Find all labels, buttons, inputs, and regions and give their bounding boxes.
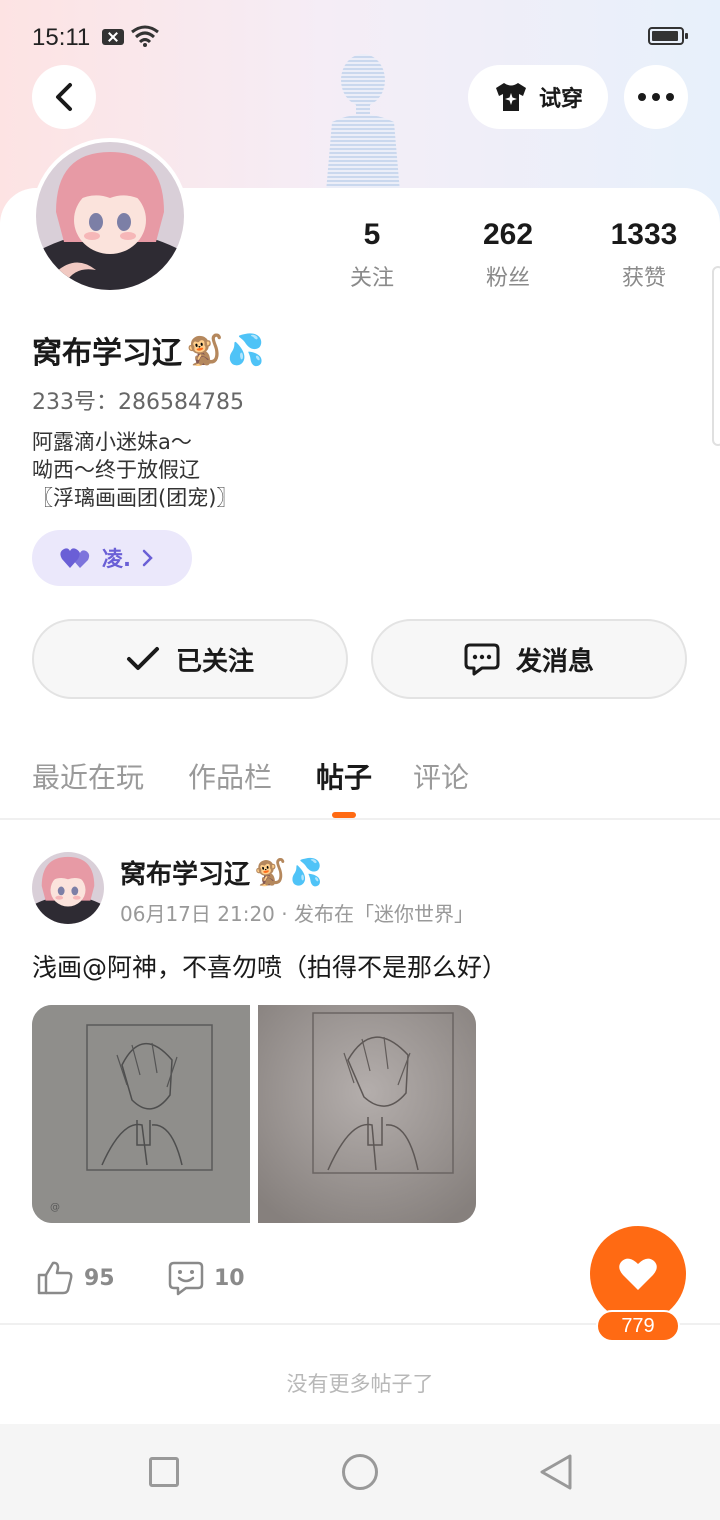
monkey-emoji-icon: 🐒 <box>186 332 224 368</box>
following-label: 已关注 <box>175 646 254 677</box>
more-options-button[interactable] <box>624 65 688 129</box>
stat-followers[interactable]: 262 粉丝 <box>448 218 568 292</box>
pencil-sketch-image: @ <box>32 1005 250 1223</box>
thumbs-up-icon <box>37 1261 73 1295</box>
chat-bubble-icon <box>464 643 500 676</box>
bio-line-3: 〖浮璃画画团(团宠)〗 <box>32 486 238 510</box>
no-more-posts-text: 没有更多帖子了 <box>286 1372 434 1396</box>
post-meta[interactable]: 06月17日 21:20 · 发布在「迷你世界」 <box>120 898 474 927</box>
floating-like-button[interactable] <box>590 1226 686 1322</box>
sweat-droplets-emoji-icon: 💦 <box>290 857 323 888</box>
anime-avatar-image <box>36 142 184 290</box>
more-dots-icon <box>638 93 674 101</box>
tab-works[interactable]: 作品栏 <box>188 756 272 796</box>
side-drawer-handle[interactable] <box>712 266 720 446</box>
status-bar: 15:11 <box>0 0 720 70</box>
comment-button[interactable]: 10 <box>168 1260 245 1296</box>
checkmark-icon <box>126 647 159 670</box>
tshirt-icon <box>495 83 526 111</box>
chevron-left-icon <box>56 83 72 111</box>
stat-following-value: 5 <box>363 218 381 251</box>
avatar-3d-figure <box>326 54 400 192</box>
tabs-divider <box>0 818 720 820</box>
following-button[interactable]: 已关注 <box>32 619 348 699</box>
bio-line-2: 呦西～终于放假辽 <box>32 458 200 482</box>
post-image-1[interactable]: @ <box>32 1005 250 1223</box>
profile-bio: 阿露滴小迷妹a～ 呦西～终于放假辽 〖浮璃画画团(团宠)〗 <box>32 428 237 512</box>
post-author[interactable]: 窝布学习辽 🐒 💦 <box>120 854 323 891</box>
battery-icon <box>648 27 688 45</box>
try-on-label: 试穿 <box>538 87 583 112</box>
comment-smiley-icon <box>168 1261 204 1296</box>
chevron-right-icon <box>142 549 153 567</box>
post-author-avatar[interactable] <box>32 852 104 924</box>
anime-avatar-image <box>32 852 104 924</box>
like-count: 95 <box>84 1265 115 1291</box>
heart-icon <box>619 1258 657 1290</box>
double-heart-icon <box>60 548 90 568</box>
status-time: 15:11 <box>32 24 91 51</box>
comment-count: 10 <box>214 1265 245 1291</box>
stat-likes-label: 获赞 <box>621 266 666 291</box>
stat-likes[interactable]: 1333 获赞 <box>584 218 704 292</box>
tab-posts[interactable]: 帖子 <box>316 756 372 796</box>
home-button[interactable] <box>342 1454 378 1490</box>
post-author-name: 窝布学习辽 <box>120 860 251 890</box>
tab-comments[interactable]: 评论 <box>413 756 469 796</box>
recent-apps-button[interactable] <box>149 1457 179 1487</box>
stat-likes-value: 1333 <box>610 218 678 251</box>
stat-following-label: 关注 <box>349 266 394 291</box>
notification-icon <box>102 29 124 45</box>
back-button[interactable] <box>32 65 96 129</box>
profile-name-text: 窝布学习辽 <box>32 336 182 371</box>
post-image-2[interactable] <box>258 1005 476 1223</box>
sweat-droplets-emoji-icon: 💦 <box>227 332 265 368</box>
stat-followers-value: 262 <box>482 218 534 251</box>
system-back-button[interactable] <box>538 1452 574 1492</box>
profile-username: 窝布学习辽 🐒 💦 <box>32 328 265 372</box>
monkey-emoji-icon: 🐒 <box>254 857 287 888</box>
cp-badge-label: 凌. <box>102 547 131 571</box>
try-on-button[interactable]: 试穿 <box>468 65 608 129</box>
cp-badge[interactable]: 凌. <box>32 530 192 586</box>
pencil-sketch-image <box>258 1005 476 1223</box>
like-button[interactable]: 95 <box>36 1260 115 1296</box>
profile-avatar[interactable] <box>32 138 188 294</box>
tab-recently-played[interactable]: 最近在玩 <box>32 756 144 796</box>
stat-following[interactable]: 5 关注 <box>312 218 432 292</box>
post-text[interactable]: 浅画@阿神，不喜勿喷（拍得不是那么好） <box>32 948 507 984</box>
send-message-label: 发消息 <box>515 646 594 677</box>
send-message-button[interactable]: 发消息 <box>371 619 687 699</box>
profile-uid: 233号：286584785 <box>32 390 244 415</box>
system-navigation-bar <box>0 1424 720 1520</box>
bio-line-1: 阿露滴小迷妹a～ <box>32 430 192 454</box>
svg-text:@: @ <box>50 1202 60 1213</box>
wifi-icon <box>131 25 159 47</box>
stat-followers-label: 粉丝 <box>485 266 530 291</box>
floating-like-count: 779 <box>596 1310 680 1342</box>
